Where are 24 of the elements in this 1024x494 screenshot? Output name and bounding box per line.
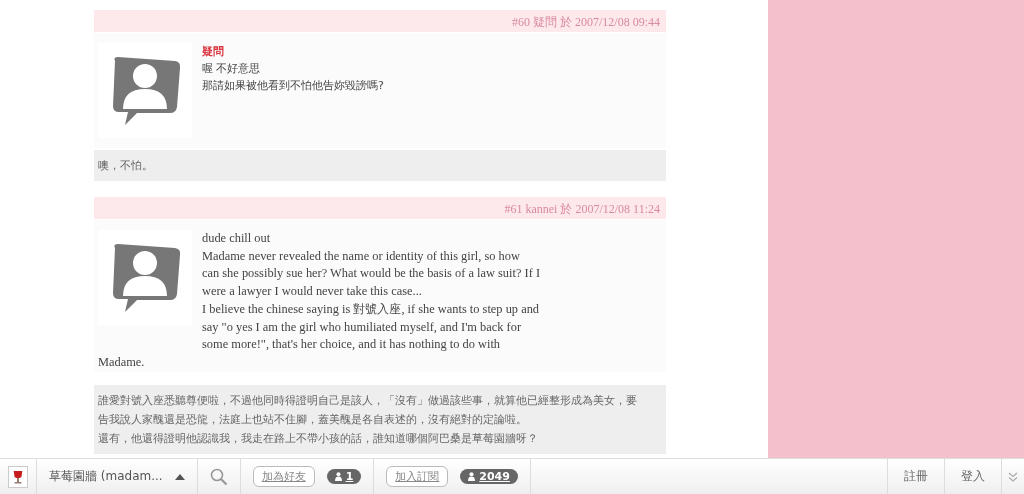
comment-text: I believe the chinese saying is 對號入座, if she wants to step up and say "o yes I am the girl who humiliated myself, and I'm back for some more!", that's her choice, and it has nothing to do with Madame. <box>98 301 540 369</box>
comment-header: #61 kannei 於 2007/12/08 11:24 <box>94 197 666 219</box>
register-link[interactable]: 註冊 <box>887 459 944 494</box>
comment-text: 喔 不好意思 <box>202 62 261 75</box>
reply-text: 噢，不怕。 <box>98 158 154 173</box>
login-link[interactable]: 登入 <box>944 459 1001 494</box>
comment-header: #60 疑問 於 2007/12/08 09:44 <box>94 10 666 32</box>
caret-icon <box>174 473 185 480</box>
link-button[interactable]: 加為好友 <box>252 466 315 487</box>
comment-text: 那請如果被他看到不怕他告妳毀謗嗎? <box>202 79 384 92</box>
reply-text: 還有，他還得證明他認識我，我走在路上不帶小孩的話，誰知道哪個阿巴桑是草莓園牆呀？ <box>98 430 539 446</box>
count-badge[interactable]: 2049 <box>460 469 518 484</box>
double-chevron-icon[interactable] <box>1008 471 1018 482</box>
author-name[interactable]: 疑問 <box>98 43 540 60</box>
count-badge[interactable]: 1 <box>326 469 362 484</box>
link-button[interactable]: 加入訂閱 <box>386 466 449 487</box>
comment-text: Madame never revealed the name or identity of this girl, so how can she possibly sue her? What would be the basis of a law suit? If I were a lawyer I would never take this case... <box>202 248 540 299</box>
blog-menu[interactable]: 草莓園牆 (madam... <box>37 459 198 494</box>
search-icon[interactable] <box>209 467 228 486</box>
blog-icon[interactable] <box>8 465 28 488</box>
comment-text: dude chill out <box>202 231 271 245</box>
reply-text: 誰愛對號入座悉聽尊便啦，不過他同時得證明自己是該人，「沒有」做過該些事，就算他已經整形成為美女，要告我說人家醜還是恐龍，法庭上也站不住腳，蓋美醜是各自表述的，沒有絕對的定論啦。 <box>98 392 638 427</box>
avatar-icon <box>98 43 192 138</box>
avatar-icon <box>98 230 192 325</box>
